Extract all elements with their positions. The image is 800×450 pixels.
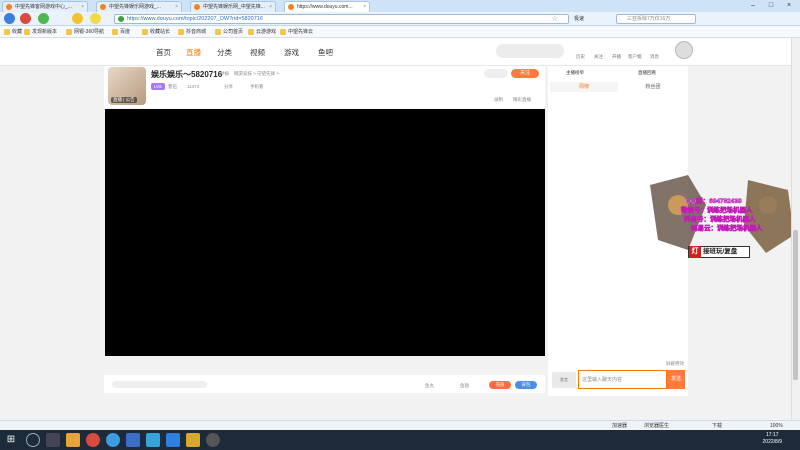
send-button[interactable]: 发送	[667, 370, 685, 389]
bookmark-item[interactable]: 公司首页	[215, 28, 243, 36]
close-tab-icon[interactable]: ×	[363, 2, 366, 12]
app-icon[interactable]	[86, 433, 100, 447]
shield-effects-toggle[interactable]: 屏蔽特效	[666, 361, 684, 367]
address-bar[interactable]: https://www.douyu.com/topic/202207_OW?ri…	[114, 14, 569, 24]
app-icon[interactable]	[206, 433, 220, 447]
nav-category[interactable]: 分类	[217, 47, 232, 58]
ie-icon[interactable]	[90, 13, 101, 24]
browser-tab-bar: 中望先锋客网游戏中心_... × 中望先锋娱乐网游戏_... × 中望先锋娱乐网_中…	[0, 0, 800, 12]
browser-status-bar: 加速器 浏览器医生 下载 100%	[0, 420, 800, 430]
promo-tag: 灯接班玩/复盘	[688, 246, 750, 258]
streamer-avatar[interactable]: 直播 | 公告	[108, 67, 146, 105]
room-category[interactable]: 网游竞技 > 守望先锋 >	[234, 71, 279, 77]
site-favicon-icon	[100, 4, 106, 10]
search-icon[interactable]	[26, 433, 40, 447]
browser-tab[interactable]: 中望先锋娱乐网_中望先锋... ×	[190, 1, 276, 12]
record-link[interactable]: 录制	[494, 97, 503, 103]
nav-video[interactable]: 视频	[250, 47, 265, 58]
follow-link[interactable]: 关注	[594, 54, 603, 60]
mobile-watch-link[interactable]: 手机看	[250, 84, 264, 90]
gift-input[interactable]	[112, 381, 207, 388]
gift-fishfin[interactable]: 鱼翅	[460, 383, 469, 389]
level-badge: LV6	[151, 83, 165, 90]
app-icon[interactable]	[166, 433, 180, 447]
minimize-icon[interactable]: –	[746, 1, 760, 11]
start-stream-link[interactable]: 开播	[612, 54, 621, 60]
nav-yuba[interactable]: 鱼吧	[318, 47, 333, 58]
back-icon[interactable]	[4, 13, 15, 24]
nav-home[interactable]: 首页	[156, 47, 171, 58]
bookmark-item[interactable]: 中望先锋云	[280, 28, 313, 36]
app-icon[interactable]	[126, 433, 140, 447]
nav-game[interactable]: 游戏	[284, 47, 299, 58]
secure-lock-icon	[118, 16, 124, 22]
gift-fishball[interactable]: 鱼丸	[425, 383, 434, 389]
app-icon[interactable]	[186, 433, 200, 447]
messages-link[interactable]: 消息	[650, 54, 659, 60]
tab-replay[interactable]: 直播回看	[638, 70, 656, 76]
browser-icon[interactable]	[106, 433, 120, 447]
site-search-input[interactable]	[496, 44, 564, 58]
close-tab-icon[interactable]: ×	[269, 2, 272, 12]
bookmark-item[interactable]: 云游游戏	[248, 28, 276, 36]
hot-count: 11474	[187, 84, 200, 89]
bookmark-item[interactable]: 百度	[112, 28, 130, 36]
recharge-button[interactable]: 充值	[489, 381, 511, 389]
user-avatar[interactable]	[675, 41, 693, 59]
history-link[interactable]: 历史	[576, 54, 585, 60]
download-button[interactable]: 下载	[712, 422, 722, 430]
bookmark-item[interactable]: 抖音商城	[178, 28, 206, 36]
browser-tab[interactable]: 中望先锋客网游戏中心_... ×	[2, 1, 88, 12]
accelerator-button[interactable]: 加速器	[612, 422, 627, 430]
close-window-icon[interactable]: ×	[782, 1, 796, 11]
app-icon[interactable]	[146, 433, 160, 447]
streamer-short-name: 鲁伍	[168, 84, 177, 89]
follow-button[interactable]: 关注	[511, 69, 539, 78]
browser-search-input[interactable]: 三亚拆除7万仅16万	[616, 14, 696, 24]
site-favicon-icon	[6, 4, 12, 10]
backpack-button[interactable]: 背包	[515, 381, 537, 389]
report-link[interactable]: 举报	[220, 71, 229, 77]
tab-anchor-rank[interactable]: 主播榜单	[566, 70, 584, 76]
client-link[interactable]: 客户端	[628, 54, 642, 60]
lamp-icon: 灯	[689, 246, 701, 258]
promo-netease: 网易云：训练把场机器人	[691, 225, 763, 233]
tab-fans[interactable]: 粉丝团	[619, 82, 687, 92]
site-favicon-icon	[194, 4, 200, 10]
close-tab-icon[interactable]: ×	[81, 2, 84, 12]
bookmark-item[interactable]: 网银-360导航	[66, 28, 104, 36]
site-favicon-icon	[288, 4, 294, 10]
bookmark-item[interactable]: 收藏	[4, 28, 22, 36]
scrollbar-thumb[interactable]	[793, 230, 798, 380]
highlight-link[interactable]: 精彩直播	[513, 97, 531, 103]
chat-input[interactable]: 这里输入聊天内容	[578, 370, 667, 389]
bookmark-star-icon[interactable]: ☆	[551, 14, 558, 23]
tab-weekly[interactable]: 周榜	[550, 82, 618, 92]
speed-mode-button[interactable]: 极速	[574, 14, 594, 24]
chat-level-button[interactable]: 发言	[552, 372, 576, 388]
forward-icon[interactable]	[20, 13, 31, 24]
browser-doctor-button[interactable]: 浏览器医生	[644, 422, 669, 430]
windows-taskbar: ⊞	[0, 430, 800, 450]
windows-start-icon[interactable]: ⊞	[4, 433, 18, 447]
nav-live[interactable]: 直播	[186, 47, 201, 58]
maximize-icon[interactable]: □	[764, 1, 778, 11]
zoom-level[interactable]: 100%	[770, 422, 783, 430]
bookmarks-bar: 收藏 发现新版本 网银-360导航 百度 收藏站长 抖音商城 公司首页 云游游戏…	[0, 26, 800, 38]
bookmark-item[interactable]: 收藏站长	[142, 28, 170, 36]
video-player[interactable]	[105, 109, 545, 356]
remind-button[interactable]	[484, 69, 508, 78]
room-title: 娱乐娱乐～5820716	[151, 70, 223, 79]
browser-tab[interactable]: 中望先锋娱乐网游戏_... ×	[96, 1, 182, 12]
refresh-icon[interactable]	[38, 13, 49, 24]
browser-tab-active[interactable]: https://www.douyu.com... ×	[284, 1, 370, 12]
file-explorer-icon[interactable]	[66, 433, 80, 447]
window-controls: – □ ×	[746, 1, 798, 11]
close-tab-icon[interactable]: ×	[175, 2, 178, 12]
home-icon[interactable]	[72, 13, 83, 24]
share-link[interactable]: 分享	[224, 84, 233, 90]
bookmark-item[interactable]: 发现新版本	[24, 28, 57, 36]
system-clock[interactable]: 17:17 2022/8/9	[763, 432, 782, 446]
task-view-icon[interactable]	[46, 433, 60, 447]
